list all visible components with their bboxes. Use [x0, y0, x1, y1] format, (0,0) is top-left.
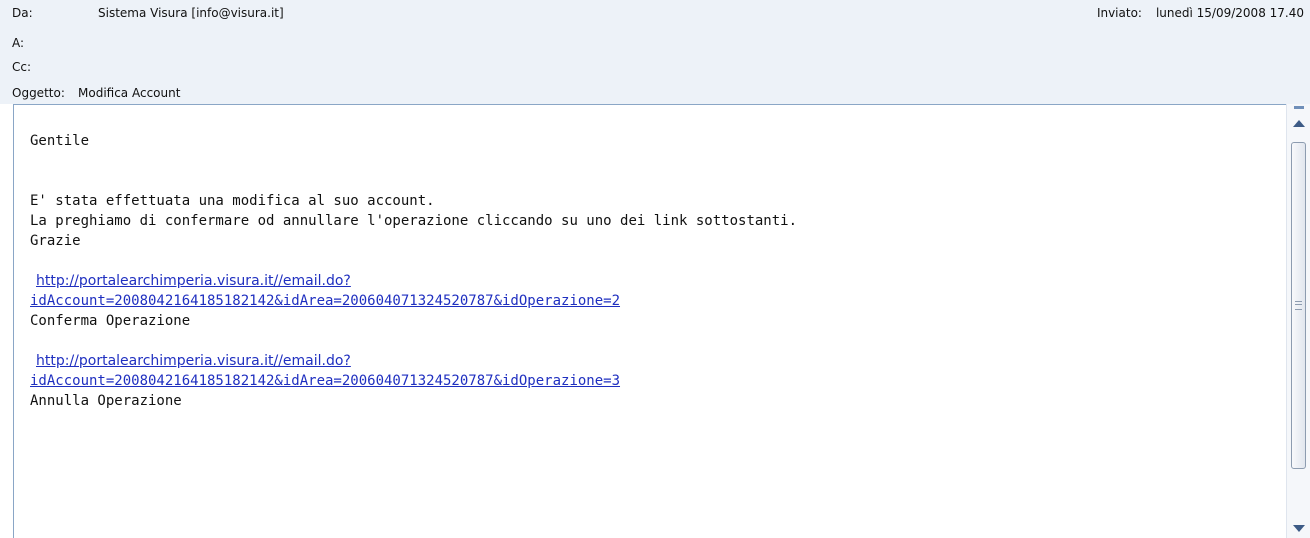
from-value[interactable]: Sistema Visura [info@visura.it] — [98, 4, 284, 22]
sent-row: Inviato: lunedì 15/09/2008 17.40 — [1097, 4, 1304, 22]
cancel-caption: Annulla Operazione — [30, 393, 182, 409]
greeting: Gentile — [30, 133, 90, 149]
scrollbar-thumb[interactable] — [1291, 142, 1306, 469]
message-body[interactable]: Gentile E' stata effettuata una modifica… — [13, 104, 1310, 538]
cancel-link-params[interactable]: idAccount=200804216418518​2142&idArea=20… — [30, 373, 620, 389]
confirm-caption: Conferma Operazione — [30, 313, 191, 329]
body-line-2: La preghiamo di confermare od annullare … — [30, 213, 798, 229]
sent-value: lunedì 15/09/2008 17.40 — [1155, 6, 1304, 20]
vertical-scrollbar[interactable] — [1286, 104, 1310, 538]
scroll-down-arrow-icon[interactable] — [1293, 525, 1305, 532]
cc-label: Cc: — [12, 60, 32, 74]
grip-icon — [1295, 301, 1302, 310]
scroll-up-arrow-icon[interactable] — [1293, 120, 1305, 127]
sent-label: Inviato: — [1096, 6, 1142, 20]
cancel-link-url[interactable]: http://portalearchimperia.visura.it//ema… — [30, 353, 351, 369]
subject-label: Oggetto: — [12, 86, 65, 100]
from-label: Da: — [12, 6, 33, 20]
email-header: Da: Sistema Visura [info@visura.it] Invi… — [0, 0, 1310, 104]
message-content: Gentile E' stata effettuata una modifica… — [30, 131, 1276, 411]
confirm-link-params[interactable]: idAccount=200804216418518​2142&idArea=20… — [30, 293, 620, 309]
body-line-1: E' stata effettuata una modifica al suo … — [30, 193, 435, 209]
to-label: A: — [12, 36, 25, 50]
body-line-3: Grazie — [30, 233, 81, 249]
subject-value: Modifica Account — [78, 86, 181, 100]
scrollbar-top-marker — [1294, 106, 1304, 109]
confirm-link-url[interactable]: http://portalearchimperia.visura.it//ema… — [30, 273, 351, 289]
